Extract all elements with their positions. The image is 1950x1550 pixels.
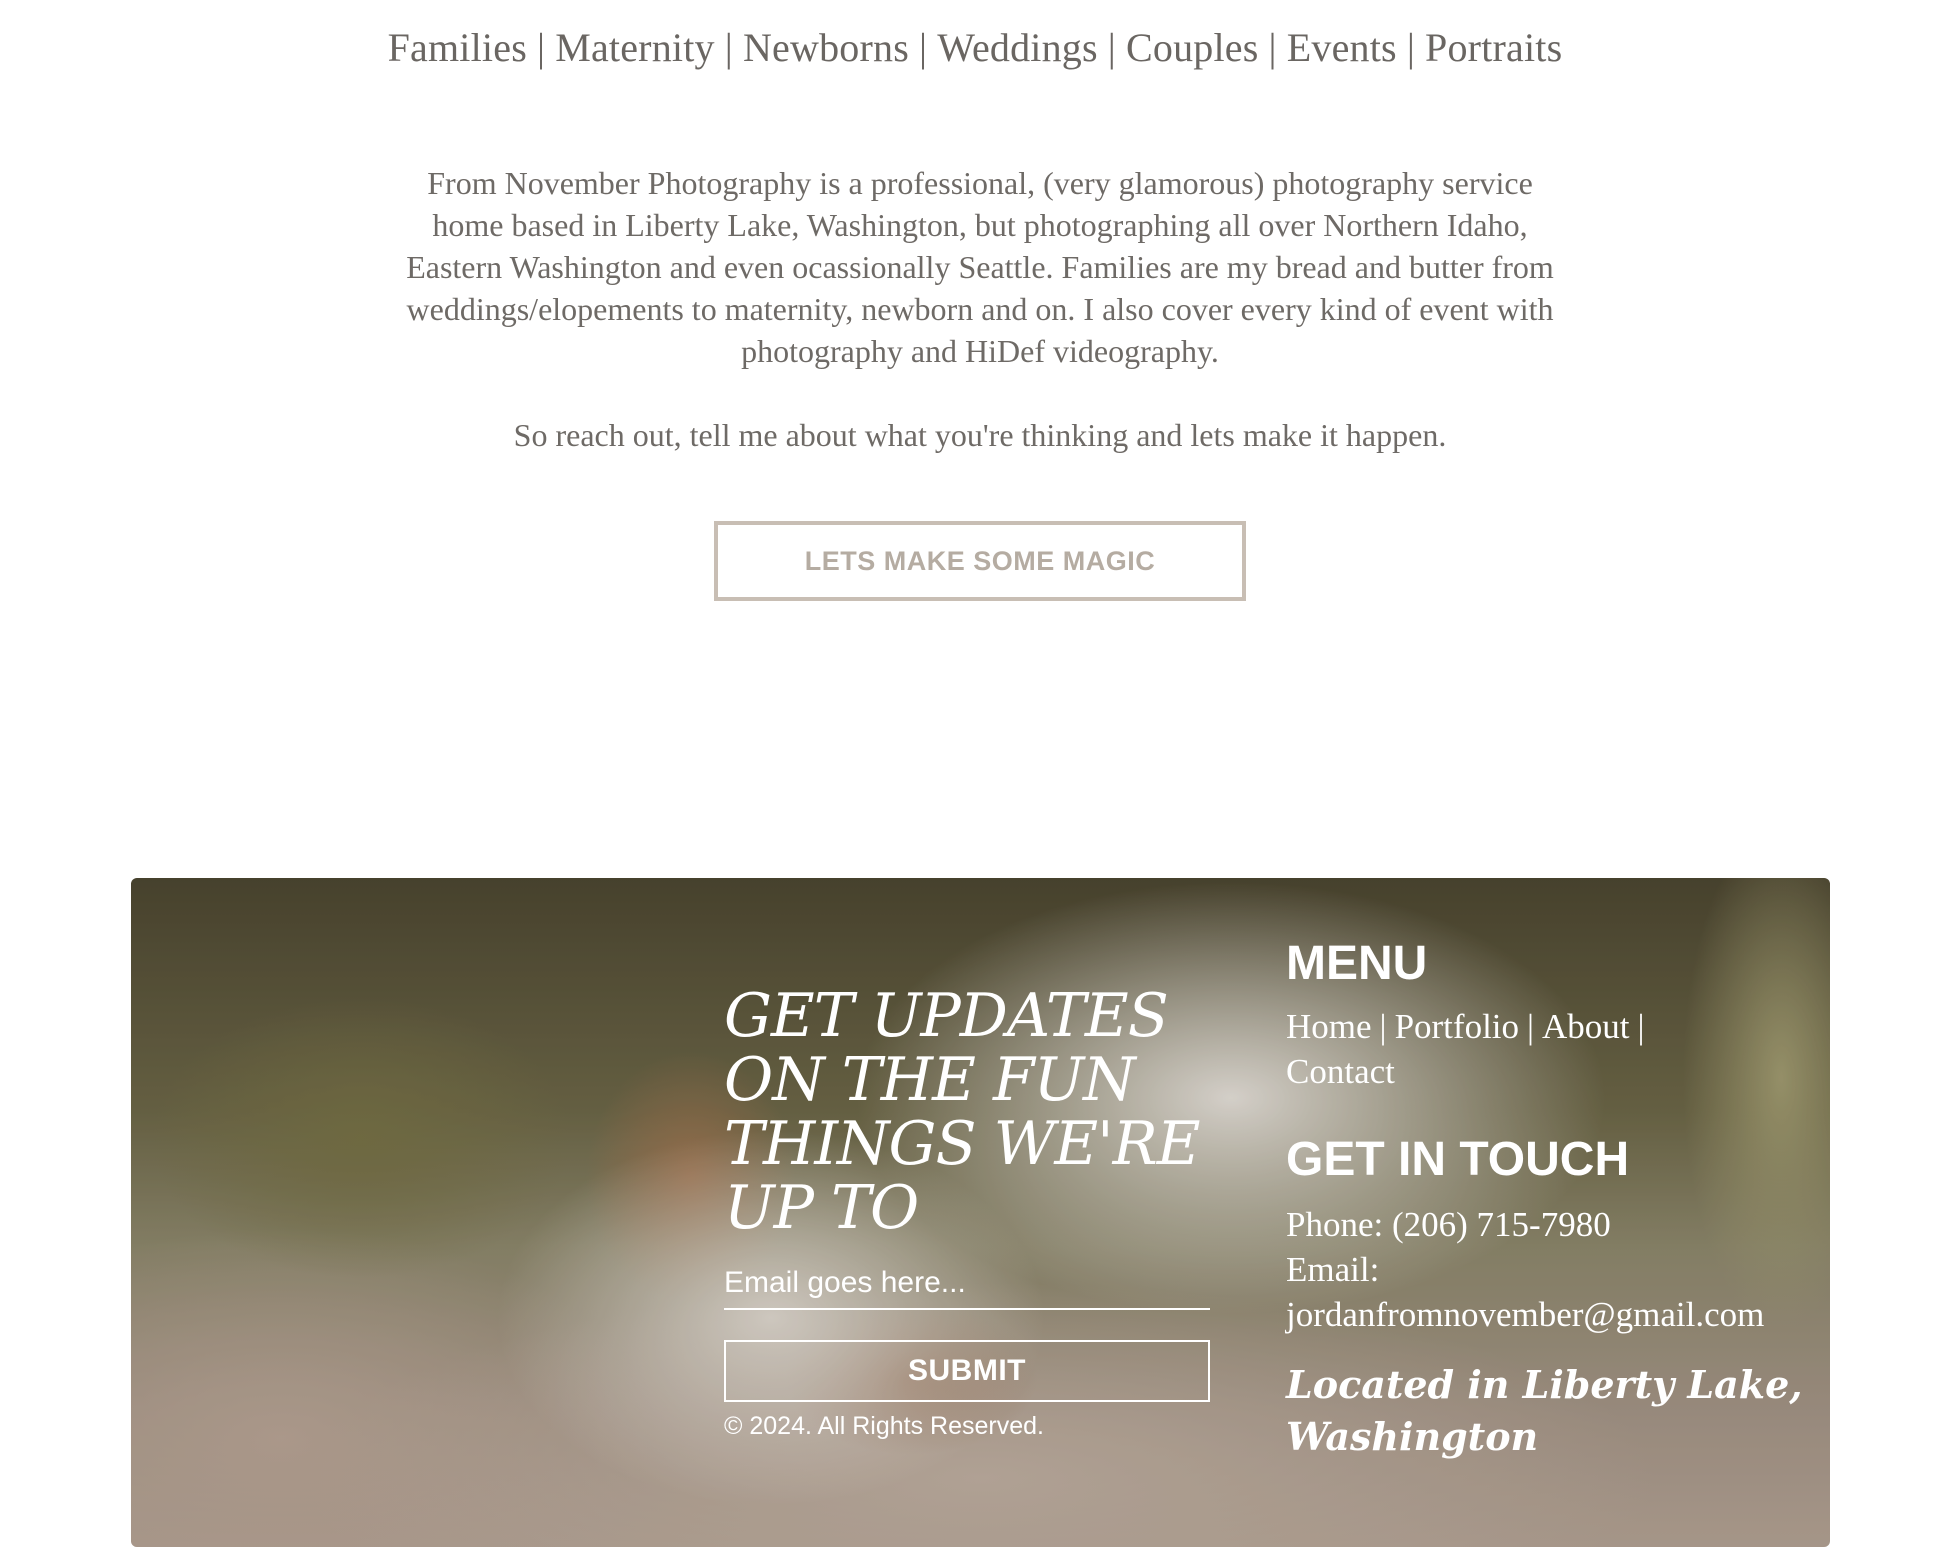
email-label: Email: bbox=[1286, 1250, 1380, 1289]
menu-link-home[interactable]: Home bbox=[1286, 1007, 1372, 1046]
submit-button[interactable]: SUBMIT bbox=[724, 1340, 1210, 1402]
lets-make-some-magic-button[interactable]: LETS MAKE SOME MAGIC bbox=[714, 521, 1246, 601]
intro-section: From November Photography is a professio… bbox=[395, 162, 1565, 456]
menu-link-portfolio[interactable]: Portfolio bbox=[1395, 1007, 1519, 1046]
nav-separator: | bbox=[536, 25, 546, 70]
get-in-touch-heading: GET IN TOUCH bbox=[1286, 1133, 1630, 1186]
nav-item-couples[interactable]: Couples bbox=[1126, 25, 1259, 70]
menu-separator: | bbox=[1527, 1007, 1535, 1046]
menu-link-about[interactable]: About bbox=[1542, 1007, 1630, 1046]
footer-info: MENU Home | Portfolio | About | Contact GET IN… bbox=[1286, 936, 1806, 1463]
services-nav: Families | Maternity | Newborns | Weddings | Cou… bbox=[0, 24, 1950, 71]
menu-separator: | bbox=[1379, 1007, 1387, 1046]
nav-separator: | bbox=[1406, 25, 1416, 70]
menu-separator: | bbox=[1637, 1007, 1645, 1046]
nav-item-events[interactable]: Events bbox=[1287, 25, 1397, 70]
nav-item-families[interactable]: Families bbox=[388, 25, 527, 70]
contact-details: Phone: (206) 715-7980 Email: jordanfromn… bbox=[1286, 1202, 1806, 1337]
menu-link-contact[interactable]: Contact bbox=[1286, 1052, 1395, 1091]
email-link[interactable]: jordanfromnovember@gmail.com bbox=[1286, 1292, 1806, 1337]
nav-item-maternity[interactable]: Maternity bbox=[555, 25, 715, 70]
copyright-text: © 2024. All Rights Reserved. bbox=[724, 1412, 1044, 1440]
phone-text: Phone: (206) 715-7980 bbox=[1286, 1205, 1611, 1244]
newsletter-title: GET UPDATES ON THE FUN THINGS WE'RE UP T… bbox=[724, 981, 1201, 1243]
menu-heading: MENU bbox=[1286, 937, 1428, 990]
newsletter-form: GET UPDATES ON THE FUN THINGS WE'RE UP T… bbox=[724, 984, 1210, 1441]
location-text: Located in Liberty Lake, Washington bbox=[1286, 1362, 1803, 1459]
nav-item-newborns[interactable]: Newborns bbox=[743, 25, 909, 70]
footer: GET UPDATES ON THE FUN THINGS WE'RE UP T… bbox=[131, 878, 1830, 1547]
footer-menu-links: Home | Portfolio | About | Contact bbox=[1286, 1004, 1806, 1094]
nav-separator: | bbox=[1268, 25, 1277, 70]
email-input[interactable] bbox=[724, 1266, 1210, 1310]
nav-item-weddings[interactable]: Weddings bbox=[937, 25, 1098, 70]
nav-item-portraits[interactable]: Portraits bbox=[1425, 25, 1562, 70]
nav-separator: | bbox=[724, 25, 733, 70]
intro-call-to-action-text: So reach out, tell me about what you're … bbox=[513, 417, 1447, 453]
intro-paragraph: From November Photography is a professio… bbox=[406, 165, 1554, 369]
nav-separator: | bbox=[1107, 25, 1116, 70]
nav-separator: | bbox=[918, 25, 928, 70]
